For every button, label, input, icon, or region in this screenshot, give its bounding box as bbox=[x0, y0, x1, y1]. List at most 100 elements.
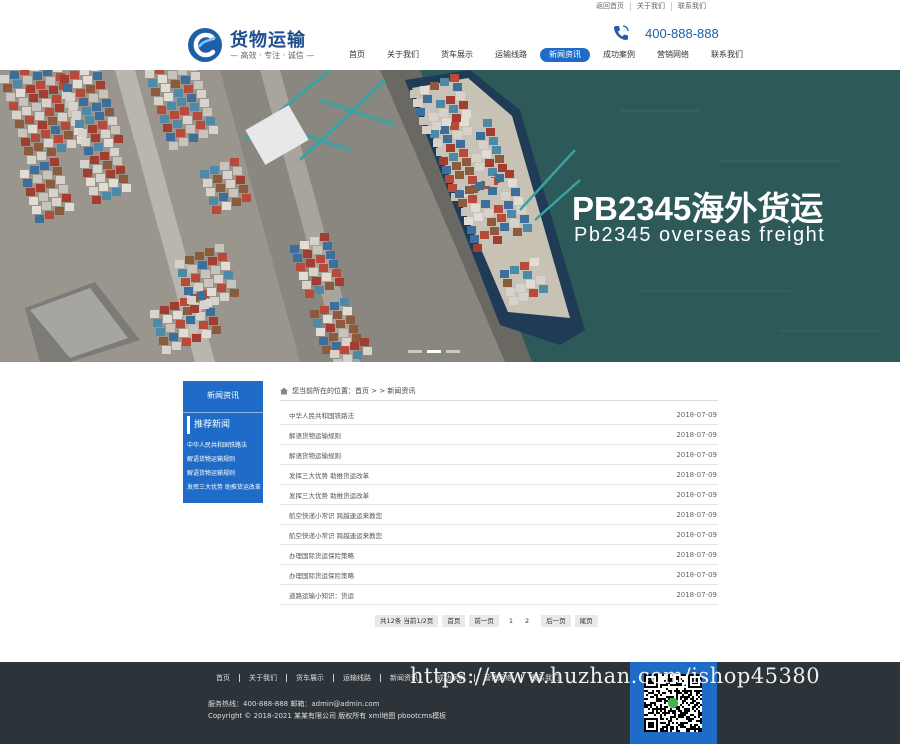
pagination-page-1[interactable]: 1 bbox=[503, 615, 519, 627]
sidebar-link[interactable]: 解语货物运输规则 bbox=[187, 453, 263, 467]
news-row[interactable]: 解语货物运输规则 2018-07-09 bbox=[280, 445, 718, 465]
carousel-dot-2[interactable] bbox=[427, 350, 441, 353]
main-nav: 首页 关于我们 货车展示 运输线路 新闻资讯 成功案例 营销网络 联系我们 bbox=[340, 48, 756, 62]
shipping-container bbox=[23, 179, 32, 187]
shipping-container bbox=[32, 103, 41, 111]
hotline-number: 400-888-888 bbox=[645, 25, 719, 41]
footer-link[interactable]: 货车展示 bbox=[286, 674, 333, 682]
news-row[interactable]: 中华人民共和国铁路法 2018-07-09 bbox=[280, 405, 718, 425]
shipping-container bbox=[175, 260, 184, 268]
shipping-container bbox=[230, 158, 239, 166]
shipping-container bbox=[10, 71, 19, 79]
news-row[interactable]: 航空快递小常识 跨越速运来教您 2018-07-09 bbox=[280, 525, 718, 545]
footer-link[interactable]: 关于我们 bbox=[239, 674, 286, 682]
shipping-container bbox=[506, 288, 515, 296]
pagination-first[interactable]: 首页 bbox=[442, 615, 466, 627]
top-link-about[interactable]: 关于我们 bbox=[630, 2, 671, 11]
news-title[interactable]: 道路运输小知识：货运 bbox=[289, 590, 354, 600]
shipping-container bbox=[353, 351, 362, 359]
shipping-container bbox=[352, 334, 361, 342]
shipping-container bbox=[503, 279, 512, 287]
news-row[interactable]: 航空快递小常识 跨越速运来教您 2018-07-09 bbox=[280, 505, 718, 525]
shipping-container bbox=[209, 126, 218, 134]
shipping-container bbox=[485, 178, 494, 186]
pagination-page-2[interactable]: 2 bbox=[519, 615, 535, 627]
breadcrumb-path[interactable]: 首页 > > 新闻资讯 bbox=[355, 386, 415, 396]
shipping-container bbox=[106, 170, 115, 178]
breadcrumb-prefix: 您当前所在的位置： bbox=[292, 387, 355, 395]
footer-link[interactable]: 运输线路 bbox=[333, 674, 380, 682]
news-row[interactable]: 道路运输小知识：货运 2018-07-09 bbox=[280, 585, 718, 605]
nav-item-5[interactable]: 成功案例 bbox=[594, 48, 644, 62]
shipping-container bbox=[78, 129, 87, 137]
nav-item-3[interactable]: 运输线路 bbox=[486, 48, 536, 62]
shipping-container bbox=[18, 129, 27, 137]
news-row[interactable]: 解语货物运输规则 2018-07-09 bbox=[280, 425, 718, 445]
news-title[interactable]: 办理国际货运保险策略 bbox=[289, 550, 354, 560]
pagination-last[interactable]: 尾页 bbox=[574, 615, 598, 627]
shipping-container bbox=[80, 160, 89, 168]
shipping-container bbox=[167, 102, 176, 110]
sidebar-link[interactable]: 解语货物运输规则 bbox=[187, 467, 263, 481]
sidebar-link[interactable]: 发挥三大优势 助推货运改革 bbox=[187, 481, 263, 495]
top-link-home[interactable]: 返回首页 bbox=[590, 2, 630, 11]
shipping-container bbox=[197, 292, 206, 300]
shipping-container bbox=[533, 267, 542, 275]
breadcrumb-divider bbox=[280, 400, 718, 401]
news-date: 2018-07-09 bbox=[676, 550, 717, 559]
nav-item-6[interactable]: 营销网络 bbox=[648, 48, 698, 62]
shipping-container bbox=[156, 328, 165, 336]
carousel-dot-1[interactable] bbox=[408, 350, 422, 353]
news-title[interactable]: 发挥三大优势 助推货运改革 bbox=[289, 490, 369, 500]
shipping-container bbox=[191, 274, 200, 282]
news-title[interactable]: 航空快递小常识 跨越速运来教您 bbox=[289, 510, 382, 520]
shipping-container bbox=[93, 165, 102, 173]
shipping-container bbox=[197, 90, 206, 98]
shipping-container bbox=[332, 269, 341, 277]
news-row[interactable]: 办理国际货运保险策略 2018-07-09 bbox=[280, 565, 718, 585]
shipping-container bbox=[500, 223, 509, 231]
shipping-container bbox=[476, 132, 485, 140]
shipping-container bbox=[94, 143, 103, 151]
footer-link[interactable]: 首页 bbox=[208, 674, 239, 682]
sidebar-link[interactable]: 中华人民共和国铁路法 bbox=[187, 439, 263, 453]
news-title[interactable]: 航空快递小常识 跨越速运来教您 bbox=[289, 530, 382, 540]
pagination-prev[interactable]: 前一页 bbox=[469, 615, 499, 627]
shipping-container bbox=[168, 71, 177, 79]
shipping-container bbox=[116, 166, 125, 174]
pagination-next[interactable]: 后一页 bbox=[541, 615, 571, 627]
shipping-container bbox=[194, 283, 203, 291]
shipping-container bbox=[220, 162, 229, 170]
nav-item-0[interactable]: 首页 bbox=[340, 48, 374, 62]
shipping-container bbox=[88, 125, 97, 133]
top-link-contact[interactable]: 联系我们 bbox=[671, 2, 712, 11]
shipping-container bbox=[209, 317, 218, 325]
shipping-container bbox=[189, 325, 198, 333]
news-title[interactable]: 办理国际货运保险策略 bbox=[289, 570, 354, 580]
shipping-container bbox=[202, 330, 211, 338]
nav-item-1[interactable]: 关于我们 bbox=[378, 48, 428, 62]
shipping-container bbox=[99, 183, 108, 191]
news-title[interactable]: 解语货物运输规则 bbox=[289, 430, 341, 440]
shipping-container bbox=[343, 307, 352, 315]
shipping-container bbox=[82, 107, 91, 115]
shipping-container bbox=[46, 77, 55, 85]
shipping-container bbox=[26, 188, 35, 196]
news-row[interactable]: 发挥三大优势 助推货运改革 2018-07-09 bbox=[280, 465, 718, 485]
carousel-dot-3[interactable] bbox=[446, 350, 460, 353]
news-row[interactable]: 办理国际货运保险策略 2018-07-09 bbox=[280, 545, 718, 565]
shipping-container bbox=[520, 262, 529, 270]
shipping-container bbox=[188, 70, 197, 71]
news-title[interactable]: 解语货物运输规则 bbox=[289, 450, 341, 460]
news-title[interactable]: 中华人民共和国铁路法 bbox=[289, 410, 354, 420]
logo[interactable]: 货物运输 — 高效 · 专注 · 诚信 — bbox=[186, 26, 326, 66]
nav-item-4[interactable]: 新闻资讯 bbox=[540, 48, 590, 62]
news-title[interactable]: 发挥三大优势 助推货运改革 bbox=[289, 470, 369, 480]
news-row[interactable]: 发挥三大优势 助推货运改革 2018-07-09 bbox=[280, 485, 718, 505]
shipping-container bbox=[349, 325, 358, 333]
nav-item-2[interactable]: 货车展示 bbox=[432, 48, 482, 62]
shipping-container bbox=[191, 72, 200, 80]
nav-item-7[interactable]: 联系我们 bbox=[702, 48, 752, 62]
shipping-container bbox=[45, 108, 54, 116]
shipping-container bbox=[96, 174, 105, 182]
